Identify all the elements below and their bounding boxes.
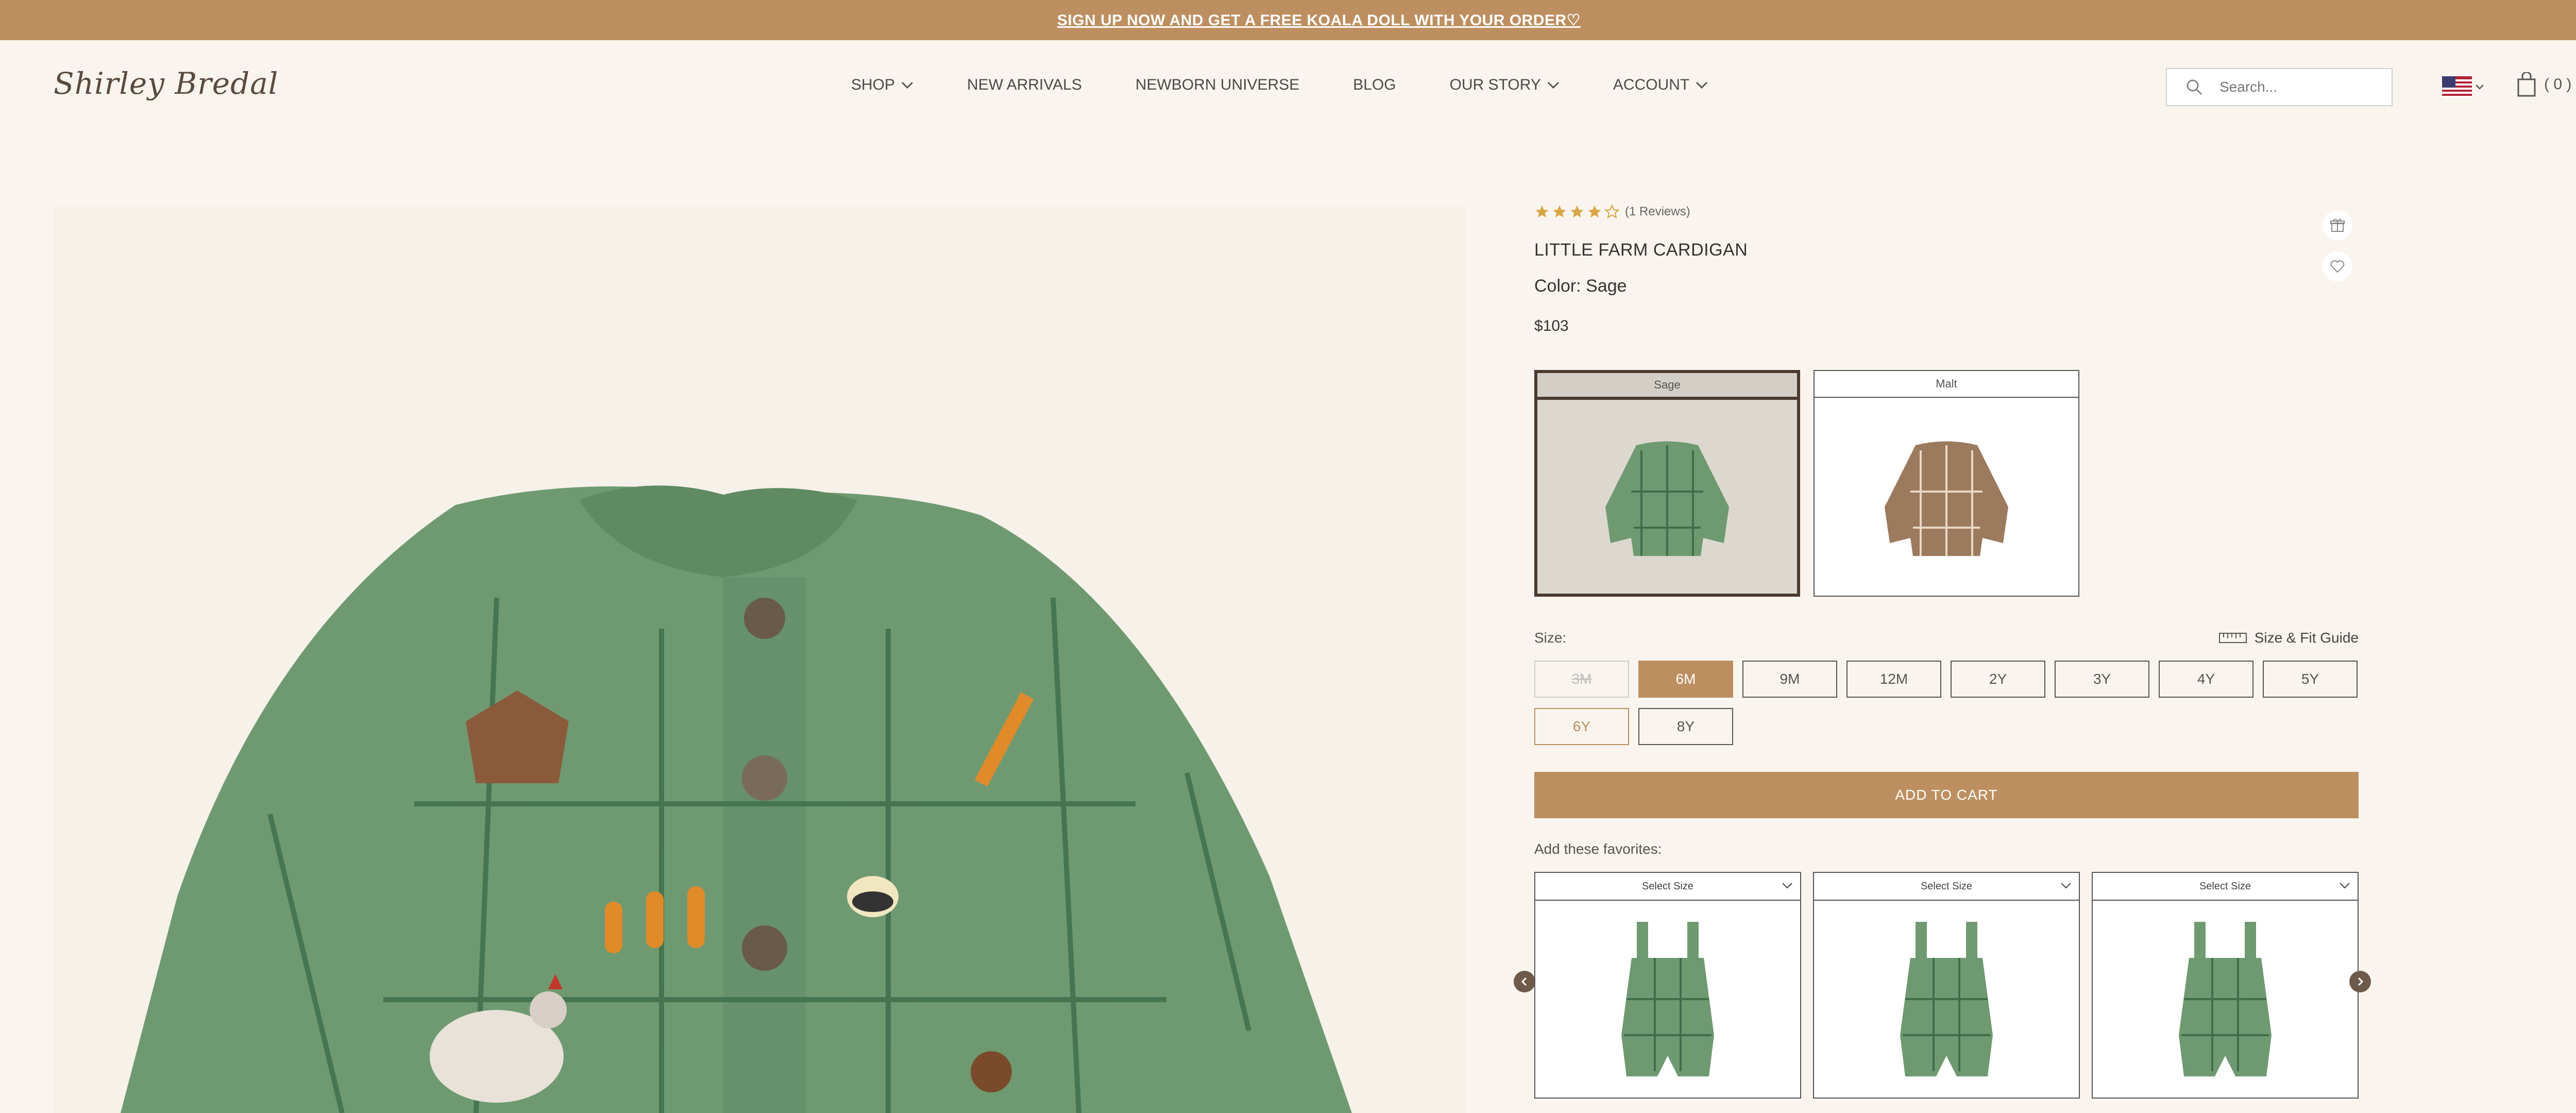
chevron-down-icon: [1696, 81, 1708, 89]
product-title: LITTLE FARM CARDIGAN: [1534, 240, 1748, 260]
search-icon: [2187, 79, 2202, 95]
romper-thumbnail: [1900, 922, 1993, 1076]
brand-logo[interactable]: Shirley Bredal: [54, 66, 278, 101]
nav-item-new-arrivals[interactable]: NEW ARRIVALS: [967, 76, 1082, 94]
search-input[interactable]: [2219, 79, 2374, 95]
announcement-link[interactable]: SIGN UP NOW AND GET A FREE KOALA DOLL WI…: [1057, 11, 1581, 29]
select-size-dropdown[interactable]: Select Size: [1814, 873, 2079, 901]
size-guide-link[interactable]: Size & Fit Guide: [2218, 630, 2359, 646]
swatch-label: Malt: [1815, 371, 2078, 398]
nav-item-newborn-universe[interactable]: NEWBORN UNIVERSE: [1136, 76, 1299, 94]
us-flag-icon: [2442, 76, 2472, 98]
star-filled-icon: [1553, 205, 1566, 218]
announcement-bar: SIGN UP NOW AND GET A FREE KOALA DOLL WI…: [0, 0, 2576, 40]
add-to-cart-button[interactable]: ADD TO CART: [1534, 772, 2359, 818]
wishlist-button[interactable]: [2323, 251, 2352, 281]
size-guide-label: Size & Fit Guide: [2254, 630, 2359, 646]
star-filled-icon: [1570, 205, 1584, 218]
nav-item-our-story[interactable]: OUR STORY: [1450, 76, 1560, 94]
select-size-dropdown[interactable]: Select Size: [2093, 873, 2358, 901]
chevron-down-icon: [2476, 85, 2484, 90]
nav-item-label: BLOG: [1353, 76, 1396, 93]
product-actions: [2323, 210, 2352, 281]
romper-thumbnail: [2179, 922, 2272, 1076]
size-option-4y[interactable]: 4Y: [2159, 661, 2253, 698]
size-option-3y[interactable]: 3Y: [2055, 661, 2149, 698]
nav-item-label: ACCOUNT: [1613, 76, 1690, 93]
nav-item-label: NEWBORN UNIVERSE: [1135, 76, 1300, 93]
size-option-9m[interactable]: 9M: [1742, 661, 1837, 698]
favorite-item[interactable]: Select Size: [1813, 872, 2080, 1099]
carousel-prev-button[interactable]: [1514, 971, 1535, 992]
chevron-down-icon: [901, 81, 913, 89]
cart-button[interactable]: ( 0 ): [2516, 72, 2571, 97]
cardigan-thumbnail: [1885, 441, 2008, 556]
size-option-12m[interactable]: 12M: [1846, 661, 1941, 698]
chevron-down-icon: [2061, 883, 2071, 889]
favorite-image: [1535, 901, 1800, 1098]
nav-item-account[interactable]: ACCOUNT: [1613, 76, 1708, 94]
gift-icon: [2330, 218, 2345, 232]
main-nav: SHOP NEW ARRIVALS NEWBORN UNIVERSE BLOG …: [851, 76, 1761, 94]
country-selector[interactable]: [2442, 76, 2484, 98]
gift-button[interactable]: [2323, 210, 2352, 240]
star-filled-icon: [1588, 205, 1601, 218]
favorite-image: [1814, 901, 2079, 1098]
cart-count: ( 0 ): [2544, 76, 2572, 93]
swatch-image: [1537, 400, 1797, 594]
heart-icon: [2330, 260, 2345, 273]
nav-item-shop[interactable]: SHOP: [851, 76, 913, 94]
size-option-6m[interactable]: 6M: [1638, 661, 1733, 698]
nav-item-label: NEW ARRIVALS: [967, 76, 1082, 93]
size-option-8y[interactable]: 8Y: [1638, 708, 1733, 745]
swatch-sage[interactable]: Sage: [1534, 370, 1800, 597]
size-label: Size:: [1534, 630, 1567, 646]
review-count[interactable]: (1 Reviews): [1625, 205, 1690, 219]
site-header: Shirley Bredal SHOP NEW ARRIVALS NEWBORN…: [0, 40, 2576, 135]
product-info: (1 Reviews) LITTLE FARM CARDIGAN Color: …: [1514, 204, 2371, 1099]
size-option-3m[interactable]: 3M: [1534, 661, 1629, 698]
size-option-5y[interactable]: 5Y: [2263, 661, 2358, 698]
select-size-label: Select Size: [2199, 880, 2251, 892]
chevron-down-icon: [2340, 883, 2350, 889]
favorite-item[interactable]: Select Size: [1534, 872, 1801, 1099]
product-rating[interactable]: (1 Reviews): [1534, 204, 2359, 220]
nav-item-label: SHOP: [851, 76, 895, 93]
product-color: Color: Sage: [1534, 276, 1627, 296]
ruler-icon: [2218, 633, 2247, 643]
nav-item-blog[interactable]: BLOG: [1353, 76, 1396, 94]
cardigan-image: [121, 485, 1352, 1113]
chevron-down-icon: [1547, 81, 1559, 89]
size-option-6y[interactable]: 6Y: [1534, 708, 1629, 745]
shopping-bag-icon: [2517, 72, 2536, 97]
nav-item-label: OUR STORY: [1449, 76, 1541, 93]
star-filled-icon: [1535, 205, 1549, 218]
product-image-main[interactable]: [54, 206, 1465, 1113]
chevron-right-icon: [2358, 977, 2364, 986]
swatch-label: Sage: [1537, 373, 1797, 400]
chevron-left-icon: [1521, 977, 1527, 986]
cardigan-thumbnail: [1605, 441, 1729, 556]
select-size-label: Select Size: [1641, 880, 1694, 892]
star-empty-icon: [1604, 204, 1620, 219]
product-price: $103: [1534, 317, 1569, 334]
romper-thumbnail: [1621, 922, 1714, 1076]
select-size-dropdown[interactable]: Select Size: [1535, 873, 1800, 901]
favorite-item[interactable]: Select Size: [2092, 872, 2359, 1099]
swatch-malt[interactable]: Malt: [1814, 370, 2079, 597]
size-option-2y[interactable]: 2Y: [1951, 661, 2045, 698]
select-size-label: Select Size: [1920, 880, 1973, 892]
carousel-next-button[interactable]: [2349, 971, 2371, 992]
chevron-down-icon: [1782, 883, 1792, 889]
favorite-image: [2093, 901, 2358, 1098]
swatch-image: [1815, 398, 2078, 596]
search-box[interactable]: [2166, 68, 2393, 106]
favorites-label: Add these favorites:: [1534, 841, 1662, 857]
